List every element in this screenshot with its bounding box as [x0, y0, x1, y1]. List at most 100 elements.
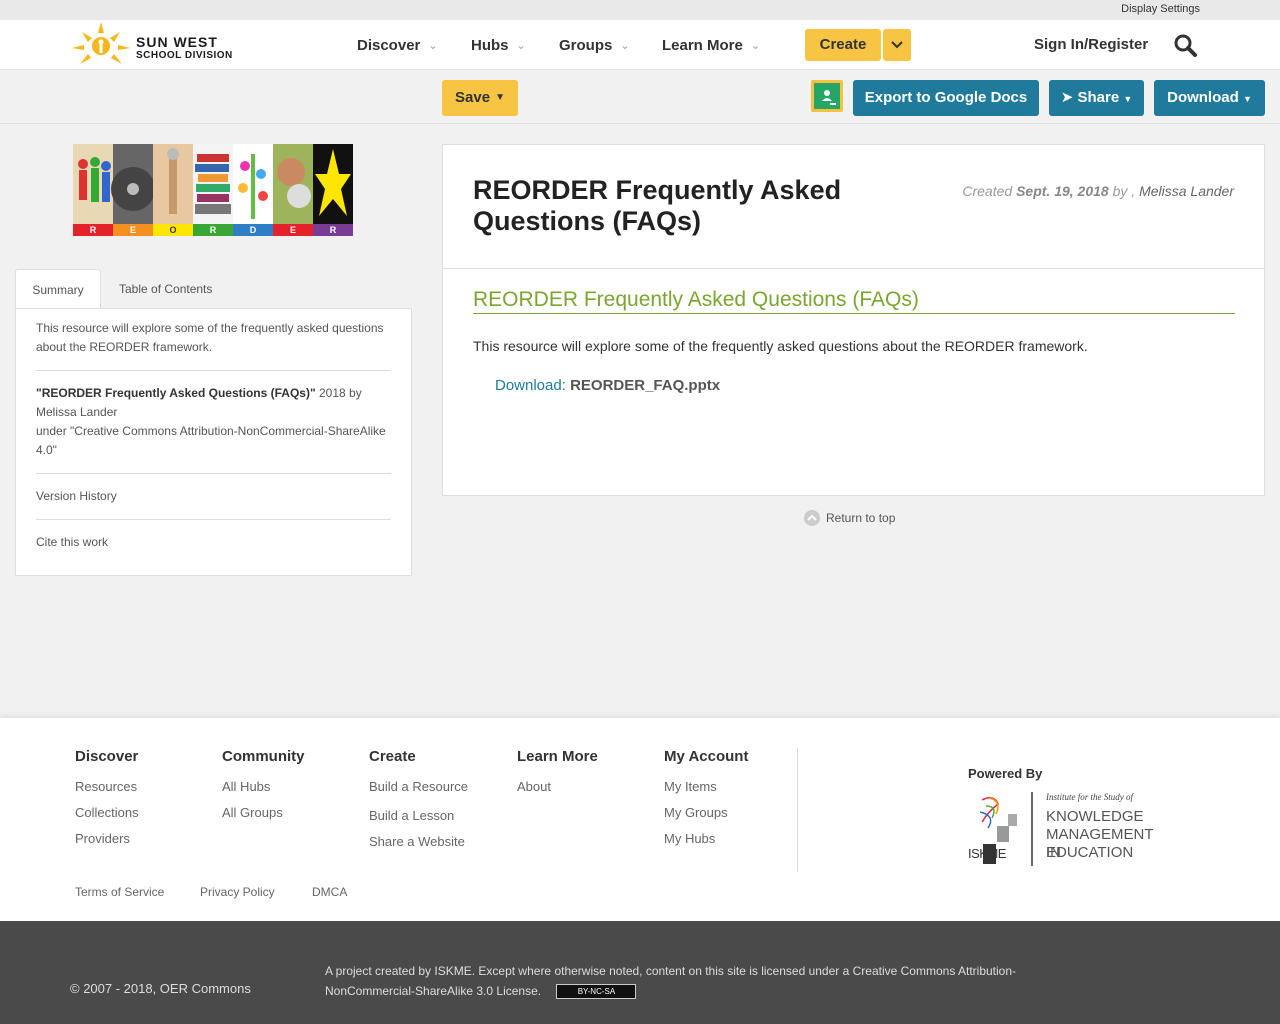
footer-heading: Learn More — [517, 748, 598, 765]
license-author[interactable]: Melissa Lander — [36, 405, 117, 419]
banner-letter: O — [169, 225, 177, 235]
created-label: Created — [962, 183, 1013, 199]
logo-subtitle: SCHOOL DIVISION — [136, 50, 233, 61]
sign-in-register-link[interactable]: Sign In/Register — [1034, 36, 1148, 53]
iskme-line3: EDUCATION — [1046, 844, 1134, 861]
chevron-down-icon: ⌄ — [750, 39, 761, 52]
chevron-down-icon: ⌄ — [620, 39, 630, 52]
footer-link-providers[interactable]: Providers — [75, 831, 139, 846]
by-label: by , — [1112, 183, 1136, 199]
utility-bar: Display Settings — [0, 0, 1280, 20]
summary-panel: This resource will explore some of the f… — [15, 308, 412, 576]
license-notice-text: A project created by ISKME. Except where… — [325, 964, 1017, 998]
iskme-tagline: Institute for the Study of — [1046, 792, 1133, 802]
caret-down-icon: ▼ — [495, 92, 505, 103]
site-footer: Discover Resources Collections Providers… — [0, 717, 1280, 921]
chevron-down-icon: ⌄ — [428, 39, 438, 52]
bottom-bar: © 2007 - 2018, OER Commons A project cre… — [0, 921, 1280, 1024]
terms-of-service-link[interactable]: Terms of Service — [75, 885, 164, 899]
footer-link-all-hubs[interactable]: All Hubs — [222, 779, 305, 794]
display-settings-link[interactable]: Display Settings — [1121, 3, 1200, 15]
license-year-by: 2018 by — [319, 386, 362, 400]
license-notice: A project created by ISKME. Except where… — [325, 961, 1085, 1001]
resource-content-card: REORDER Frequently Asked Questions (FAQs… — [442, 144, 1265, 496]
nav-groups-label: Groups — [559, 36, 613, 54]
create-dropdown-button[interactable] — [883, 29, 911, 61]
divider — [36, 519, 391, 520]
nav-learn-more[interactable]: Learn More ⌄ — [662, 20, 760, 70]
footer-link-build-resource[interactable]: Build a Resource — [369, 779, 468, 794]
iskme-line1: KNOWLEDGE — [1046, 808, 1144, 825]
footer-link-all-groups[interactable]: All Groups — [222, 805, 305, 820]
footer-link-resources[interactable]: Resources — [75, 779, 139, 794]
tab-summary[interactable]: Summary — [15, 269, 101, 309]
sun-west-logo[interactable]: SUN WEST SCHOOL DIVISION — [70, 20, 240, 70]
save-button-label: Save — [455, 89, 491, 106]
footer-link-my-hubs[interactable]: My Hubs — [664, 831, 748, 846]
version-history-link[interactable]: Version History — [36, 487, 391, 506]
share-icon: ➤ — [1060, 89, 1074, 106]
footer-heading: My Account — [664, 748, 749, 765]
cc-license-badge-label: BY-NC-SA — [577, 987, 616, 997]
download-filename: REORDER_FAQ.pptx — [570, 377, 721, 394]
chevron-down-icon: ⌄ — [516, 39, 526, 52]
powered-by-label: Powered By — [968, 766, 1043, 781]
divider — [443, 268, 1264, 269]
logo-title: SUN WEST — [136, 34, 218, 50]
footer-link-share-website[interactable]: Share a Website — [369, 834, 468, 849]
section-heading: REORDER Frequently Asked Questions (FAQs… — [473, 288, 1235, 314]
search-icon[interactable] — [1173, 33, 1197, 57]
footer-link-my-groups[interactable]: My Groups — [664, 805, 748, 820]
download-button-label: Download — [1167, 89, 1239, 106]
save-button[interactable]: Save ▼ — [442, 80, 518, 116]
license-under[interactable]: under "Creative Commons Attribution-NonC… — [36, 424, 386, 457]
download-label: Download: — [495, 377, 566, 394]
nav-hubs-label: Hubs — [471, 36, 509, 54]
footer-link-build-lesson[interactable]: Build a Lesson — [369, 808, 468, 823]
divider — [36, 473, 391, 474]
iskme-logo[interactable]: ISKME Institute for the Study of KNOWLED… — [968, 792, 1168, 866]
footer-col-community: Community All Hubs All Groups — [222, 748, 305, 831]
dmca-link[interactable]: DMCA — [312, 885, 347, 899]
caret-down-icon: ▼ — [1123, 94, 1133, 104]
export-google-docs-button[interactable]: Export to Google Docs — [853, 80, 1039, 116]
footer-link-collections[interactable]: Collections — [75, 805, 139, 820]
summary-description: This resource will explore some of the f… — [36, 321, 384, 354]
license-attribution: "REORDER Frequently Asked Questions (FAQ… — [36, 384, 391, 460]
author-link[interactable]: Melissa Lander — [1139, 183, 1234, 199]
download-file-link[interactable]: Download: REORDER_FAQ.pptx — [495, 377, 720, 394]
arrow-up-circle-icon — [804, 510, 820, 526]
cite-this-work-link[interactable]: Cite this work — [36, 533, 391, 552]
banner-letter: R — [209, 225, 217, 235]
return-to-top-label: Return to top — [826, 511, 896, 525]
resource-meta: Created Sept. 19, 2018 by , Melissa Land… — [962, 183, 1234, 199]
sun-icon — [72, 22, 130, 64]
footer-col-my-account: My Account My Items My Groups My Hubs — [664, 748, 748, 857]
privacy-policy-link[interactable]: Privacy Policy — [200, 885, 275, 899]
download-button[interactable]: Download ▼ — [1154, 80, 1265, 116]
cc-license-badge[interactable]: BY-NC-SA — [556, 984, 637, 1000]
tab-table-of-contents[interactable]: Table of Contents — [119, 269, 212, 309]
footer-col-create: Create Build a Resource Build a Lesson S… — [369, 748, 468, 860]
license-title[interactable]: "REORDER Frequently Asked Questions (FAQ… — [36, 386, 316, 400]
google-classroom-button[interactable] — [811, 80, 843, 112]
nav-hubs[interactable]: Hubs ⌄ — [471, 20, 526, 70]
nav-discover[interactable]: Discover ⌄ — [357, 20, 438, 70]
create-button[interactable]: Create — [805, 29, 881, 61]
footer-link-about[interactable]: About — [517, 779, 598, 794]
share-button[interactable]: ➤ Share ▼ — [1049, 80, 1144, 116]
footer-divider — [797, 748, 798, 872]
nav-learn-more-label: Learn More — [662, 36, 743, 54]
footer-heading: Create — [369, 748, 416, 765]
divider — [36, 370, 391, 371]
banner-letter: D — [249, 225, 257, 235]
caret-down-icon: ▼ — [1242, 94, 1252, 104]
created-date: Sept. 19, 2018 — [1016, 183, 1109, 199]
footer-heading: Community — [222, 748, 305, 765]
footer-col-learn-more: Learn More About — [517, 748, 598, 805]
nav-groups[interactable]: Groups ⌄ — [559, 20, 630, 70]
chevron-down-icon — [891, 41, 903, 49]
footer-link-my-items[interactable]: My Items — [664, 779, 748, 794]
google-classroom-icon — [814, 83, 840, 109]
return-to-top-link[interactable]: Return to top — [804, 510, 895, 526]
